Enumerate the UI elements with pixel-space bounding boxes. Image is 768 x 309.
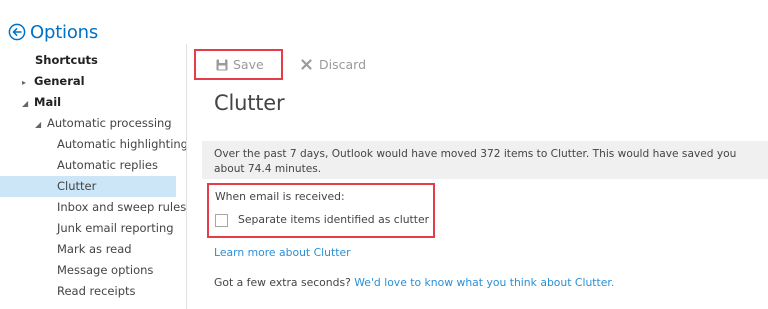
options-header: Options (8, 20, 98, 44)
clutter-stats-text: Over the past 7 days, Outlook would have… (214, 148, 737, 175)
floppy-disk-icon (216, 59, 228, 70)
sidebar-item-inbox-and-sweep-rules[interactable]: Inbox and sweep rules (0, 197, 186, 218)
sidebar-item-label: Mail (34, 95, 62, 109)
save-button[interactable]: Save (194, 49, 283, 80)
sidebar-item-label: Automatic processing (47, 116, 172, 130)
sidebar-item-read-receipts[interactable]: Read receipts (0, 281, 176, 302)
sidebar-item-label: General (34, 74, 85, 88)
sidebar-item-label: Message options (57, 263, 154, 277)
separate-clutter-checkbox-label[interactable]: Separate items identified as clutter (238, 213, 429, 226)
page-title: Clutter (214, 91, 285, 115)
expanded-triangle-icon[interactable]: ◢ (35, 114, 44, 135)
feedback-link[interactable]: We'd love to know what you think about C… (354, 276, 614, 289)
sidebar-divider (186, 44, 187, 309)
sidebar-item-label: Clutter (57, 179, 97, 193)
sidebar-nav: Shortcuts ▸ General ◢ Mail ◢ Automatic proc… (0, 48, 188, 309)
sidebar-item-label: Shortcuts (35, 53, 98, 67)
sidebar-item-label: Mark as read (57, 242, 132, 256)
learn-more-link[interactable]: Learn more about Clutter (214, 246, 351, 259)
sidebar-item-mark-as-read[interactable]: Mark as read (0, 239, 176, 260)
sidebar-item-general[interactable]: ▸ General (0, 71, 176, 92)
discard-button-label: Discard (319, 57, 366, 72)
sidebar-item-message-options[interactable]: Message options (0, 260, 176, 281)
x-icon (301, 59, 312, 70)
sidebar-item-automatic-replies[interactable]: Automatic replies (0, 155, 176, 176)
feedback-line: Got a few extra seconds? We'd love to kn… (214, 276, 614, 289)
sidebar-item-clutter[interactable]: Clutter (0, 176, 176, 197)
sidebar-item-label: Read receipts (57, 284, 136, 298)
separate-clutter-checkbox[interactable] (215, 214, 228, 227)
save-button-label: Save (233, 57, 264, 72)
when-received-label: When email is received: (215, 190, 345, 203)
sidebar-item-label: Inbox and sweep rules (57, 200, 187, 214)
sidebar-item-shortcuts[interactable]: Shortcuts (0, 50, 176, 71)
discard-button[interactable]: Discard (301, 49, 366, 80)
sidebar-item-automatic-processing[interactable]: ◢ Automatic processing (0, 113, 176, 134)
expanded-triangle-icon[interactable]: ◢ (22, 93, 31, 114)
sidebar-item-label: Automatic replies (57, 158, 158, 172)
collapsed-triangle-icon[interactable]: ▸ (22, 72, 31, 93)
sidebar-item-mail[interactable]: ◢ Mail (0, 92, 176, 113)
options-title: Options (30, 21, 99, 43)
options-page: Options Shortcuts ▸ General ◢ Mail ◢ Automa… (0, 0, 768, 309)
sidebar-item-automatic-highlighting[interactable]: Automatic highlighting (0, 134, 188, 155)
feedback-prefix: Got a few extra seconds? (214, 276, 351, 289)
back-arrow-circle-icon[interactable] (8, 23, 26, 41)
sidebar-item-label: Junk email reporting (57, 221, 174, 235)
sidebar-item-junk-email-reporting[interactable]: Junk email reporting (0, 218, 176, 239)
sidebar-item-label: Automatic highlighting (57, 137, 188, 151)
